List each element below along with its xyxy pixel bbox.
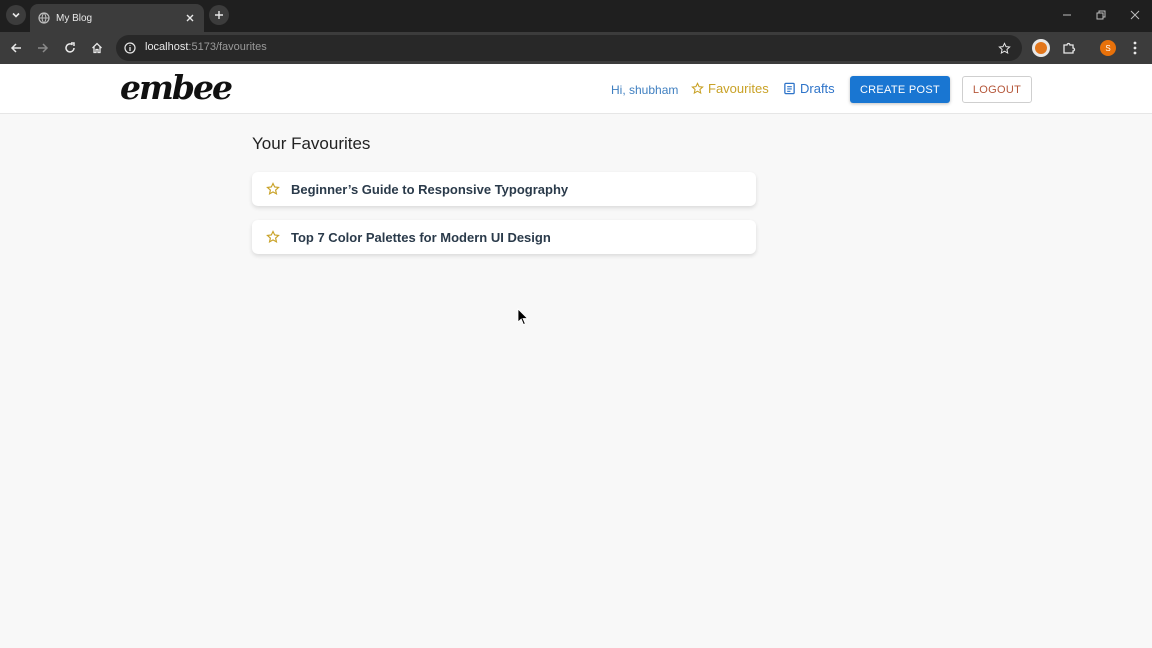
home-button[interactable] <box>86 37 108 59</box>
globe-icon <box>38 12 50 24</box>
url-path: :5173/favourites <box>188 41 267 53</box>
browser-tab[interactable]: My Blog <box>30 4 204 32</box>
favourite-post-card[interactable]: Beginner’s Guide to Responsive Typograph… <box>252 172 756 206</box>
plus-icon <box>215 11 223 19</box>
forward-button[interactable] <box>32 37 54 59</box>
star-icon[interactable] <box>266 230 280 244</box>
reload-icon <box>65 42 75 53</box>
site-header: embee Hi, shubham Favourites Drafts CREA… <box>0 64 1152 114</box>
browser-tab-strip: My Blog <box>0 0 1152 32</box>
bookmark-star-icon[interactable] <box>996 40 1012 56</box>
more-vert-icon[interactable] <box>1128 39 1142 57</box>
restore-icon <box>1096 10 1106 20</box>
nav-favourites-link[interactable]: Favourites <box>691 81 769 96</box>
post-title[interactable]: Beginner’s Guide to Responsive Typograph… <box>291 182 568 197</box>
extension-fox-icon[interactable] <box>1032 39 1050 57</box>
logout-button[interactable]: LOGOUT <box>962 76 1032 103</box>
browser-toolbar: localhost:5173/favourites S <box>0 32 1152 64</box>
close-icon <box>1130 10 1140 20</box>
minimize-button[interactable] <box>1050 0 1084 30</box>
document-icon <box>784 82 795 95</box>
arrow-right-icon <box>38 43 49 53</box>
post-title[interactable]: Top 7 Color Palettes for Modern UI Desig… <box>291 230 551 245</box>
window-close-button[interactable] <box>1118 0 1152 30</box>
restore-button[interactable] <box>1084 0 1118 30</box>
nav-drafts-label: Drafts <box>800 81 835 96</box>
reload-button[interactable] <box>59 37 81 59</box>
address-bar[interactable]: localhost:5173/favourites <box>116 35 1022 61</box>
chevron-down-icon <box>12 12 20 18</box>
close-icon[interactable] <box>182 10 198 26</box>
back-button[interactable] <box>5 37 27 59</box>
user-greeting: Hi, shubham <box>611 83 679 97</box>
favourite-post-card[interactable]: Top 7 Color Palettes for Modern UI Desig… <box>252 220 756 254</box>
logo[interactable]: embee <box>120 68 233 107</box>
star-icon[interactable] <box>266 182 280 196</box>
extensions-puzzle-icon[interactable] <box>1060 39 1078 57</box>
nav-drafts-link[interactable]: Drafts <box>783 81 835 96</box>
home-icon <box>92 42 102 54</box>
mouse-cursor-icon <box>517 308 529 326</box>
favourites-list: Beginner’s Guide to Responsive Typograph… <box>252 172 756 268</box>
tab-search-button[interactable] <box>6 5 26 25</box>
nav-favourites-label: Favourites <box>708 81 769 96</box>
url-text[interactable]: localhost:5173/favourites <box>145 41 267 53</box>
profile-avatar[interactable]: S <box>1100 40 1116 56</box>
create-post-button[interactable]: CREATE POST <box>850 76 950 103</box>
page: embee Hi, shubham Favourites Drafts CREA… <box>0 64 1152 648</box>
tab-title: My Blog <box>56 12 93 24</box>
page-title: Your Favourites <box>252 134 371 153</box>
site-info-icon[interactable] <box>123 41 137 55</box>
url-host: localhost <box>145 41 189 53</box>
new-tab-button[interactable] <box>209 5 229 25</box>
arrow-left-icon <box>10 43 21 53</box>
star-icon <box>691 82 704 95</box>
minimize-icon <box>1063 14 1071 16</box>
